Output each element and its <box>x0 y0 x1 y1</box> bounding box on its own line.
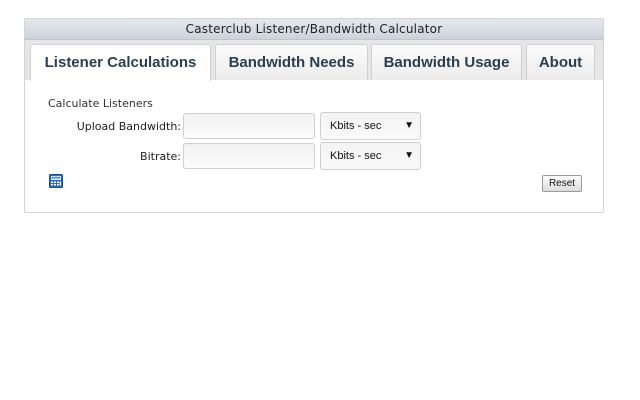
tab-about[interactable]: About <box>526 44 595 80</box>
dropdown-arrow-icon: ▼ <box>404 120 414 131</box>
tab-listener-calculations[interactable]: Listener Calculations <box>30 44 211 81</box>
tab-strip: Listener Calculations Bandwidth Needs Ba… <box>25 40 603 81</box>
bitrate-unit-select[interactable]: Kbits - sec ▼ <box>320 142 421 170</box>
reset-button[interactable]: Reset <box>542 175 582 192</box>
bitrate-unit-value: Kbits - sec <box>330 150 382 162</box>
calculator-icon[interactable] <box>49 174 63 188</box>
upload-bandwidth-unit-select[interactable]: Kbits - sec ▼ <box>320 112 421 140</box>
bitrate-input[interactable] <box>183 143 315 169</box>
section-title: Calculate Listeners <box>48 97 153 110</box>
calculator-panel: Casterclub Listener/Bandwidth Calculator… <box>24 18 604 213</box>
upload-bandwidth-unit-value: Kbits - sec <box>330 120 382 132</box>
tab-bandwidth-usage[interactable]: Bandwidth Usage <box>371 44 522 80</box>
panel-title: Casterclub Listener/Bandwidth Calculator <box>25 19 603 40</box>
dropdown-arrow-icon: ▼ <box>404 150 414 161</box>
upload-bandwidth-label: Upload Bandwidth: <box>76 120 181 133</box>
bitrate-label: Bitrate: <box>140 150 181 163</box>
upload-bandwidth-input[interactable] <box>183 113 315 139</box>
tab-bandwidth-needs[interactable]: Bandwidth Needs <box>215 44 368 80</box>
